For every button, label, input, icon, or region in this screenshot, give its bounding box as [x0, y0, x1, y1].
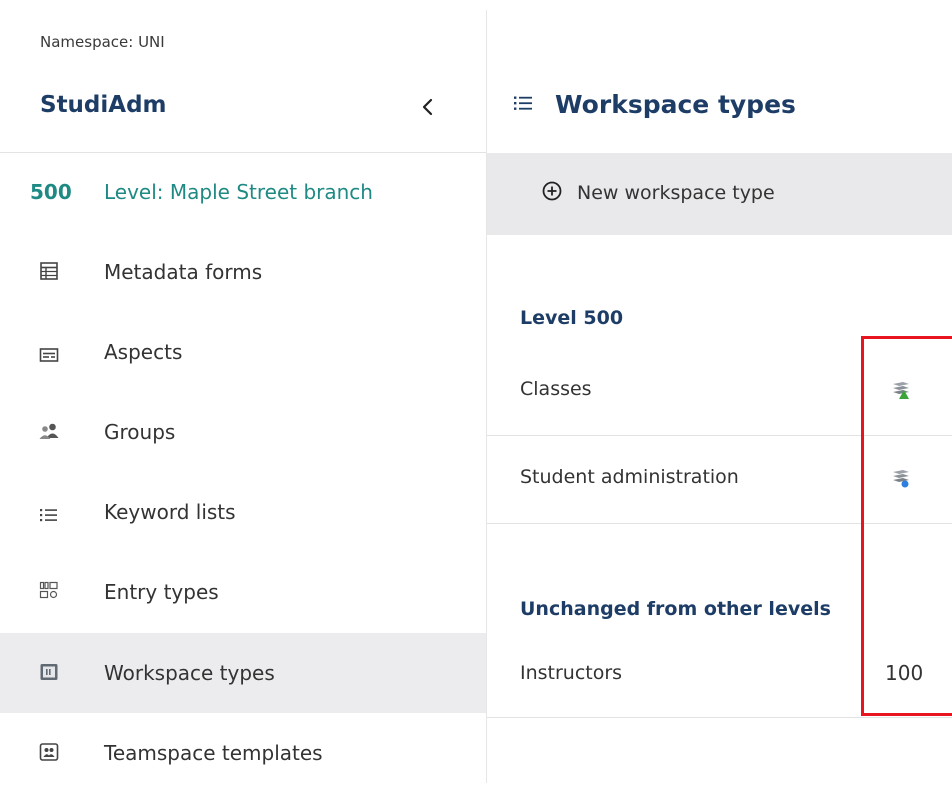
toolbar: New workspace type [487, 153, 952, 235]
namespace-label: Namespace: UNI [40, 33, 165, 51]
workspace-type-green-icon [890, 380, 912, 402]
level-number: 500 [30, 180, 72, 204]
new-button-label: New workspace type [577, 182, 775, 204]
sidebar-item-label: Teamspace templates [104, 741, 323, 765]
page-header: Workspace types [513, 90, 796, 119]
sidebar-item-label: Keyword lists [104, 500, 236, 524]
sidebar-item-entry-types[interactable]: Entry types [0, 552, 486, 632]
list-item-student-administration[interactable]: Student administration [487, 436, 952, 524]
sidebar-item-label: Groups [104, 420, 176, 444]
keyword-list-icon [38, 504, 60, 526]
sidebar-item-label: Workspace types [104, 661, 275, 685]
sidebar-item-aspects[interactable]: Aspects [0, 312, 486, 392]
section-title-unchanged: Unchanged from other levels [520, 598, 831, 620]
workspace-types-icon [38, 661, 60, 683]
workspace-type-blue-icon [890, 468, 912, 490]
sidebar-item-teamspace-templates[interactable]: Teamspace templates [0, 713, 486, 793]
level-label: Level: Maple Street branch [104, 180, 373, 204]
sidebar-item-label: Entry types [104, 580, 219, 604]
list-icon [513, 94, 533, 116]
entry-types-icon [38, 580, 60, 602]
page-title: Workspace types [555, 90, 796, 119]
row-label: Instructors [520, 662, 623, 684]
plus-circle-icon [541, 180, 563, 206]
app-title: StudiAdm [40, 92, 167, 118]
chevron-left-icon [421, 97, 435, 121]
new-workspace-type-button[interactable]: New workspace type [541, 180, 775, 206]
teamspace-templates-icon [38, 741, 60, 763]
section-title-level: Level 500 [520, 307, 624, 329]
list-item-classes[interactable]: Classes [487, 348, 952, 436]
sidebar-item-label: Metadata forms [104, 260, 263, 284]
sidebar-item-groups[interactable]: Groups [0, 392, 486, 472]
main-panel: Workspace types New workspace type Level… [487, 0, 952, 783]
sidebar-item-workspace-types[interactable]: Workspace types [0, 633, 486, 713]
row-level-value: 100 [885, 661, 924, 685]
collapse-sidebar-button[interactable] [413, 94, 443, 124]
row-label: Classes [520, 378, 592, 400]
sidebar-item-metadata-forms[interactable]: Metadata forms [0, 232, 486, 312]
sidebar-item-label: Aspects [104, 340, 183, 364]
sidebar-item-level[interactable]: 500 Level: Maple Street branch [0, 153, 486, 231]
groups-icon [38, 420, 60, 442]
row-label: Student administration [520, 466, 739, 488]
list-item-instructors[interactable]: Instructors 100 [487, 632, 952, 718]
aspects-icon [38, 344, 60, 366]
form-table-icon [38, 260, 60, 282]
sidebar-item-keyword-lists[interactable]: Keyword lists [0, 472, 486, 552]
sidebar: Namespace: UNI StudiAdm 500 Level: Maple… [0, 0, 486, 783]
